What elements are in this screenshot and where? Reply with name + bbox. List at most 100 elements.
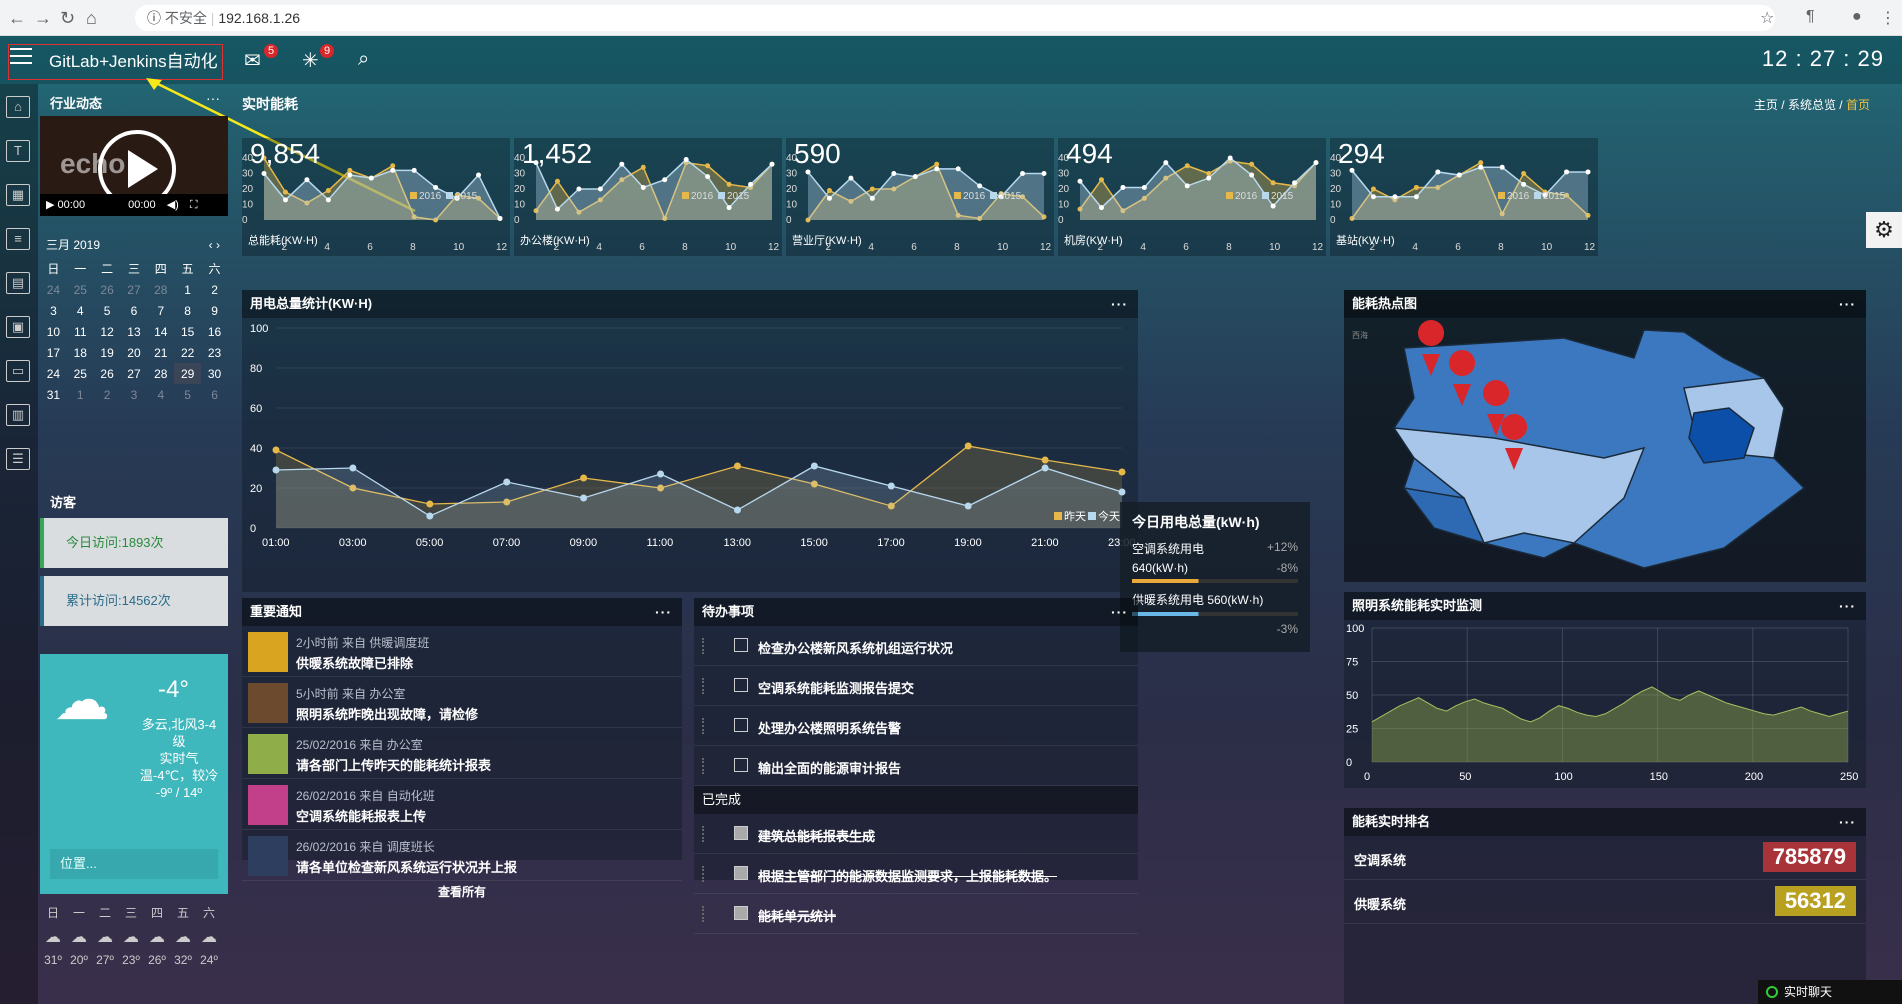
calendar-day[interactable]: 18 (67, 342, 94, 363)
more-icon[interactable]: ··· (1839, 290, 1856, 318)
calendar-day[interactable]: 22 (174, 342, 201, 363)
more-icon[interactable]: ··· (1111, 290, 1128, 318)
forward-icon[interactable]: → (34, 8, 52, 29)
video-player[interactable]: echo ▶ 00:00 00:00 ◀) ⛶ (40, 116, 228, 216)
profile-icon[interactable]: ● (1852, 8, 1862, 26)
calendar-day[interactable]: 30 (201, 363, 228, 384)
nav-home-icon[interactable]: ⌂ (6, 96, 30, 118)
calendar-day[interactable]: 27 (121, 363, 148, 384)
done-checkbox[interactable] (734, 906, 748, 920)
calendar-day[interactable]: 8 (174, 300, 201, 321)
calendar-day[interactable]: 28 (147, 279, 174, 300)
calendar-day[interactable]: 1 (67, 384, 94, 405)
calendar-day[interactable]: 1 (174, 279, 201, 300)
more-icon[interactable]: ··· (206, 90, 220, 106)
calendar-day[interactable]: 11 (67, 321, 94, 342)
nav-folder-icon[interactable]: ▭ (6, 360, 30, 382)
todo-checkbox[interactable] (734, 718, 748, 732)
mail-icon[interactable]: ✉ (244, 48, 261, 73)
notice-item[interactable]: 26/02/2016 来自 调度班长 请各单位检查新风系统运行状况并上报 (242, 830, 682, 881)
extension-icon[interactable]: ¶ (1806, 8, 1815, 26)
calendar-day[interactable]: 14 (147, 321, 174, 342)
calendar-day[interactable]: 2 (94, 384, 121, 405)
calendar-day[interactable]: 19 (94, 342, 121, 363)
more-icon[interactable]: ··· (1839, 808, 1856, 836)
calendar-day[interactable]: 25 (67, 279, 94, 300)
video-play-icon[interactable]: ▶ (46, 199, 54, 211)
nav-list-icon[interactable]: ☰ (6, 448, 30, 470)
calendar-day[interactable]: 24 (40, 363, 67, 384)
fullscreen-icon[interactable]: ⛶ (190, 199, 198, 211)
calendar-day[interactable]: 3 (121, 384, 148, 405)
drag-handle-icon[interactable] (702, 906, 706, 922)
view-all-link[interactable]: 查看所有 (242, 881, 682, 900)
home-icon[interactable]: ⌂ (86, 8, 97, 29)
drag-handle-icon[interactable] (702, 638, 706, 654)
settings-gear-icon[interactable]: ⚙ (1866, 212, 1902, 248)
calendar-day[interactable]: 5 (174, 384, 201, 405)
calendar-day[interactable]: 26 (94, 279, 121, 300)
calendar-day[interactable]: 6 (121, 300, 148, 321)
calendar-day[interactable]: 26 (94, 363, 121, 384)
done-checkbox[interactable] (734, 826, 748, 840)
drag-handle-icon[interactable] (702, 758, 706, 774)
back-icon[interactable]: ← (8, 8, 26, 29)
calendar-day[interactable]: 13 (121, 321, 148, 342)
calendar-day[interactable]: 15 (174, 321, 201, 342)
notice-item[interactable]: 5小时前 来自 办公室 照明系统昨晚出现故障，请检修 (242, 677, 682, 728)
calendar-day[interactable]: 2 (201, 279, 228, 300)
calendar-day[interactable]: 16 (201, 321, 228, 342)
calendar-day[interactable]: 29 (174, 363, 202, 384)
calendar-day[interactable]: 17 (40, 342, 67, 363)
drag-handle-icon[interactable] (702, 678, 706, 694)
chat-button[interactable]: 实时聊天 (1758, 980, 1902, 1004)
calendar-day[interactable]: 7 (147, 300, 174, 321)
calendar-day[interactable]: 28 (147, 363, 174, 384)
nav-document-icon[interactable]: ≡ (6, 228, 30, 250)
done-checkbox[interactable] (734, 866, 748, 880)
calendar-day[interactable]: 3 (40, 300, 67, 321)
calendar-day[interactable]: 4 (67, 300, 94, 321)
info-icon[interactable]: ⓘ (147, 10, 161, 26)
breadcrumb-home[interactable]: 主页 (1754, 98, 1778, 112)
calendar-day[interactable]: 20 (121, 342, 148, 363)
brand-title[interactable]: GitLab+Jenkins自动化 (8, 44, 223, 80)
calendar-day[interactable]: 27 (121, 279, 148, 300)
nav-grid-icon[interactable]: ▦ (6, 184, 30, 206)
calendar-day[interactable]: 9 (201, 300, 228, 321)
reload-icon[interactable]: ↻ (60, 8, 75, 29)
calendar-day[interactable]: 12 (94, 321, 121, 342)
calendar-day[interactable]: 24 (40, 279, 67, 300)
address-bar[interactable]: ⓘ 不安全 | 192.168.1.26 (135, 5, 1775, 31)
calendar-nav-icon[interactable]: ‹ › (209, 232, 220, 258)
calendar-day[interactable]: 5 (94, 300, 121, 321)
volume-icon[interactable]: ◀) (167, 199, 179, 211)
calendar-day[interactable]: 10 (40, 321, 67, 342)
more-icon[interactable]: ··· (1839, 592, 1856, 620)
notice-item[interactable]: 2小时前 来自 供暖调度班 供暖系统故障已排除 (242, 626, 682, 677)
menu-icon[interactable]: ⋮ (1880, 8, 1896, 28)
nav-table-icon[interactable]: ▤ (6, 272, 30, 294)
nav-layout-icon[interactable]: ▣ (6, 316, 30, 338)
search-icon[interactable]: ⌕ (358, 48, 369, 71)
calendar-day[interactable]: 21 (147, 342, 174, 363)
nav-text-icon[interactable]: T (6, 140, 30, 162)
calendar-day[interactable]: 25 (67, 363, 94, 384)
calendar-day[interactable]: 23 (201, 342, 228, 363)
bookmark-star-icon[interactable]: ☆ (1760, 8, 1774, 28)
todo-checkbox[interactable] (734, 638, 748, 652)
calendar-day[interactable]: 31 (40, 384, 67, 405)
breadcrumb-overview[interactable]: 系统总览 (1788, 98, 1836, 112)
more-icon[interactable]: ··· (1111, 598, 1128, 626)
notice-item[interactable]: 25/02/2016 来自 办公室 请各部门上传昨天的能耗统计报表 (242, 728, 682, 779)
nav-calendar-icon[interactable]: ▥ (6, 404, 30, 426)
drag-handle-icon[interactable] (702, 866, 706, 882)
calendar-day[interactable]: 6 (201, 384, 228, 405)
tasks-icon[interactable]: ✳ (302, 48, 319, 73)
drag-handle-icon[interactable] (702, 826, 706, 842)
calendar-day[interactable]: 4 (147, 384, 174, 405)
notice-item[interactable]: 26/02/2016 来自 自动化班 空调系统能耗报表上传 (242, 779, 682, 830)
location-input[interactable]: 位置... (50, 849, 218, 879)
todo-checkbox[interactable] (734, 678, 748, 692)
drag-handle-icon[interactable] (702, 718, 706, 734)
